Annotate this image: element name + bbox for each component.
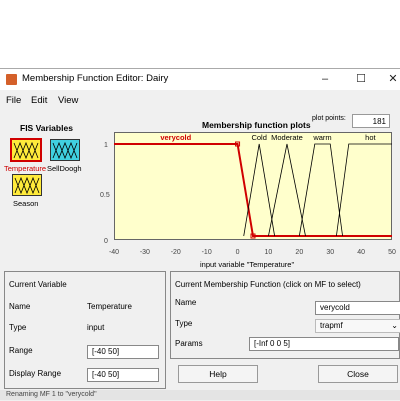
x-tick-label: -10 (201, 249, 212, 256)
mf-type-label: Type (175, 319, 193, 328)
mf-name-input[interactable]: verycold (315, 301, 400, 315)
output-season-block[interactable] (12, 174, 42, 196)
mf-plot-svg: verycold Cold Moderate warm hot (114, 133, 392, 239)
mf-plot[interactable]: verycold Cold Moderate warm hot (114, 132, 392, 240)
input-selldoogh-block[interactable] (50, 139, 80, 161)
current-variable-panel: Current Variable Name Temperature Type i… (4, 271, 166, 389)
menu-edit[interactable]: Edit (31, 95, 47, 106)
close-button[interactable]: Close (318, 365, 398, 383)
x-tick-label: 50 (388, 249, 396, 256)
x-tick-label: 10 (264, 249, 273, 256)
x-tick-label: -30 (139, 249, 150, 256)
matlab-icon (6, 74, 17, 85)
plot-title: Membership function plots (202, 120, 311, 130)
display-range-label: Display Range (9, 369, 62, 378)
mf-label-warm: warm (312, 133, 331, 142)
help-button[interactable]: Help (178, 365, 258, 383)
maximize-button[interactable]: ☐ (352, 72, 370, 86)
range-label: Range (9, 346, 33, 355)
mf-curve-warm[interactable] (298, 143, 343, 237)
mf-thumbnail-icon (52, 141, 78, 160)
mf-type-select[interactable]: trapmf ⌄ (315, 319, 400, 333)
mf-curve-cold[interactable] (243, 143, 276, 237)
menu-file[interactable]: File (6, 95, 21, 106)
minimize-button[interactable]: – (316, 72, 334, 86)
mf-label-moderate: Moderate (271, 133, 303, 142)
mf-label-hot: hot (365, 133, 376, 142)
current-mf-panel: Current Membership Function (click on MF… (170, 271, 400, 359)
y-tick-05: 0.5 (100, 192, 110, 199)
mf-params-label: Params (175, 339, 203, 348)
mf-curve-verycold[interactable] (114, 143, 392, 237)
plot-xlabel: input variable "Temperature" (200, 260, 295, 269)
var-name-value: Temperature (87, 302, 132, 311)
y-tick-1: 1 (104, 142, 108, 149)
output-season-label: Season (13, 199, 39, 208)
display-range-input[interactable]: [-40 50] (87, 368, 159, 382)
x-tick-label: 30 (326, 249, 335, 256)
current-variable-header: Current Variable (9, 280, 67, 289)
x-tick-label: -20 (170, 249, 181, 256)
status-bar: Renaming MF 1 to "verycold" (0, 390, 400, 400)
plot-points-label: plot points: (312, 115, 346, 122)
x-tick-label: 20 (295, 249, 304, 256)
title-bar: Membership Function Editor: Dairy – ☐ ✕ (0, 69, 400, 90)
input-temperature-block[interactable] (10, 138, 42, 162)
var-type-value: input (87, 323, 105, 332)
mf-thumbnail-icon (13, 141, 39, 160)
mf-label-cold: Cold (251, 133, 266, 142)
close-window-button[interactable]: ✕ (384, 72, 400, 86)
x-tick-label: 40 (357, 249, 366, 256)
current-mf-header: Current Membership Function (click on MF… (175, 280, 361, 289)
x-tick-label: -40 (108, 249, 120, 256)
mf-type-value: trapmf (320, 321, 343, 330)
range-input[interactable]: [-40 50] (87, 345, 159, 359)
status-text: Renaming MF 1 to "verycold" (6, 391, 97, 398)
mf-name-label: Name (175, 298, 197, 307)
chevron-down-icon: ⌄ (391, 321, 398, 330)
input-temperature-label: Temperature (4, 164, 47, 173)
x-tick-label: 0 (235, 249, 240, 256)
mf-curve-hot[interactable] (336, 143, 392, 237)
mf-label-verycold: verycold (160, 133, 191, 142)
mf-params-input[interactable]: [-Inf 0 0 5] (249, 337, 399, 351)
var-name-label: Name (9, 302, 31, 311)
window-title: Membership Function Editor: Dairy (22, 73, 169, 84)
y-tick-0: 0 (104, 238, 108, 245)
plot-points-input[interactable]: 181 (352, 114, 390, 128)
input-selldoogh-label: SellDoogh (47, 164, 82, 173)
mf-curve-moderate[interactable] (268, 143, 306, 237)
mf-thumbnail-icon (14, 176, 40, 195)
var-type-label: Type (9, 323, 27, 332)
menu-view[interactable]: View (58, 95, 78, 106)
fis-variables-title: FIS Variables (20, 123, 73, 133)
